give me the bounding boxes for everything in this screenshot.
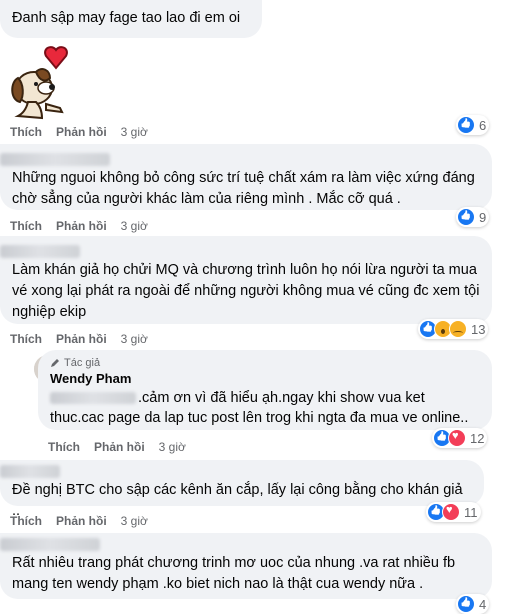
like-reaction-icon: [457, 116, 475, 134]
comment-text: .cảm ơn vì đã hiểu ạh.ngay khi show vua …: [50, 388, 480, 428]
comment-actions: Thích Phản hồi 3 giờ: [10, 125, 148, 139]
commenter-name-blurred[interactable]: [0, 245, 80, 258]
comment-bubble: Rất nhiêu trang phát chương trinh mơ uoc…: [0, 533, 492, 599]
reaction-summary[interactable]: 13: [418, 319, 489, 339]
comment-text: Làm khán giả họ chửi MQ và chương trình …: [12, 262, 480, 320]
comment-bubble: Đanh sập may fage tao lao đi em oi: [0, 0, 262, 38]
reply-link[interactable]: Phản hồi: [56, 219, 107, 233]
comment-bubble: Làm khán giả họ chửi MQ và chương trình …: [0, 236, 492, 324]
reaction-summary[interactable]: 6: [456, 115, 490, 135]
reaction-summary[interactable]: 11: [426, 502, 481, 522]
comment-text: Rất nhiêu trang phát chương trinh mơ uoc…: [12, 555, 456, 592]
author-badge: Tác giả: [50, 356, 480, 370]
reaction-count: 9: [479, 209, 487, 225]
like-reaction-icon: [457, 595, 475, 613]
comment-actions: Thích Phản hồi 3 giờ: [10, 332, 148, 346]
comment-text: Những nguoi không bỏ công sức trí tuệ ch…: [12, 170, 475, 207]
author-badge-label: Tác giả: [64, 357, 101, 369]
love-reaction-icon: [448, 429, 466, 447]
like-link[interactable]: Thích: [10, 219, 42, 233]
reaction-summary[interactable]: 9: [456, 207, 490, 227]
comment-text-line: thuc.cac page da lap tuc post lên trog k…: [50, 410, 469, 426]
comment-time[interactable]: 3 giờ: [121, 332, 148, 346]
love-reaction-icon: [442, 503, 460, 521]
comment-text: Đanh sập may fage tao lao đi em oi: [12, 10, 241, 26]
reaction-count: 11: [464, 504, 478, 520]
like-link[interactable]: Thích: [10, 125, 42, 139]
reaction-count: 6: [479, 117, 487, 133]
reaction-count: 12: [470, 430, 485, 446]
reaction-summary[interactable]: 12: [432, 428, 488, 448]
like-link[interactable]: Thích: [48, 440, 80, 454]
pen-icon: [51, 359, 59, 367]
reply-link[interactable]: Phản hồi: [94, 440, 145, 454]
comment-time[interactable]: 3 giờ: [121, 219, 148, 233]
commenter-name-blurred[interactable]: [0, 153, 110, 166]
like-link[interactable]: Thích: [10, 514, 42, 528]
author-name[interactable]: Wendy Pham: [50, 370, 480, 388]
comment-bubble: Những nguoi không bỏ công sức trí tuệ ch…: [0, 144, 492, 210]
dog-sticker: [11, 46, 68, 120]
sad-reaction-icon: [449, 320, 467, 338]
comment-time[interactable]: 3 giờ: [121, 125, 148, 139]
comment-time[interactable]: 3 giờ: [121, 514, 148, 528]
reaction-count: 13: [471, 321, 486, 337]
comment-actions: Thích Phản hồi 3 giờ: [48, 440, 186, 454]
reply-link[interactable]: Phản hồi: [56, 125, 107, 139]
comment-text-line: .cảm ơn vì đã hiểu ạh.ngay khi show vua …: [138, 390, 425, 406]
commenter-name-blurred[interactable]: [0, 465, 60, 478]
reply-link[interactable]: Phản hồi: [56, 514, 107, 528]
comment-actions: Thích Phản hồi 3 giờ: [10, 219, 148, 233]
reaction-summary[interactable]: 4: [456, 594, 490, 614]
reply-thread-line: [14, 348, 32, 368]
comment-bubble: Đề nghị BTC cho sập các kênh ăn cắp, lấy…: [0, 460, 484, 519]
author-reply-bubble: Tác giả Wendy Pham .cảm ơn vì đã hiểu ạh…: [38, 350, 492, 430]
reaction-count: 4: [479, 596, 487, 612]
like-link[interactable]: Thích: [10, 332, 42, 346]
comment-actions: Thích Phản hồi 3 giờ: [10, 514, 148, 528]
reply-link[interactable]: Phản hồi: [56, 332, 107, 346]
commenter-name-blurred[interactable]: [0, 538, 100, 551]
mentioned-name-blurred[interactable]: [50, 392, 136, 405]
like-reaction-icon: [457, 208, 475, 226]
comment-time[interactable]: 3 giờ: [159, 440, 186, 454]
